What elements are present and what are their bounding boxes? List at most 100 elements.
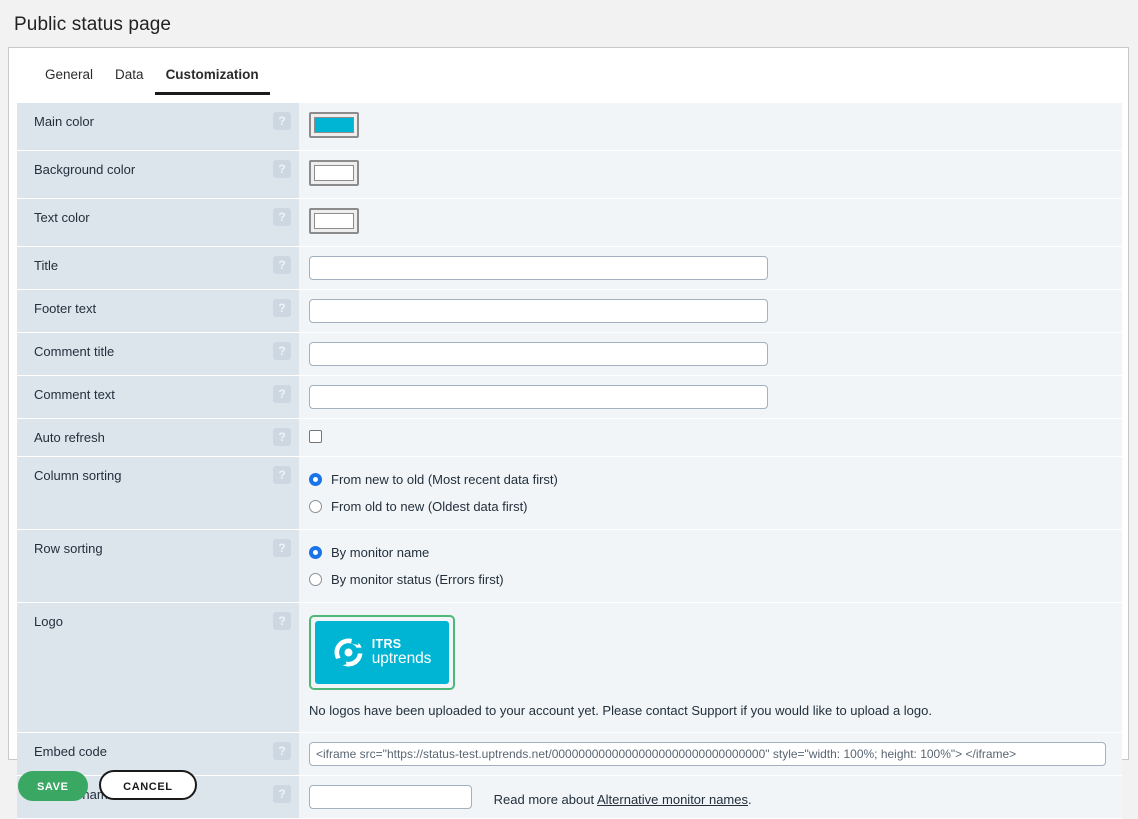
- help-icon[interactable]: ?: [273, 160, 291, 178]
- table-row: Text color ?: [17, 198, 1122, 247]
- row-value-comment-text: [299, 375, 1122, 419]
- row-label-title: Title ?: [17, 246, 299, 290]
- help-icon[interactable]: ?: [273, 342, 291, 360]
- radio-row-sorting-by-name[interactable]: By monitor name: [309, 539, 1122, 566]
- label-text: Title: [34, 258, 59, 273]
- note-prefix: Read more about: [493, 792, 597, 808]
- alternative-monitor-names-link[interactable]: Alternative monitor names: [597, 792, 748, 807]
- footer-text-input[interactable]: [309, 299, 768, 323]
- help-icon[interactable]: ?: [273, 112, 291, 130]
- title-input[interactable]: [309, 256, 768, 280]
- table-row: Logo ? ITRS uptrends No logos have been …: [17, 602, 1122, 733]
- radio-label: By monitor status (Errors first): [331, 572, 504, 587]
- text-color-swatch: [314, 213, 354, 229]
- logo-option-itrs-uptrends[interactable]: ITRS uptrends: [309, 615, 455, 690]
- row-label-text-color: Text color ?: [17, 198, 299, 247]
- help-icon[interactable]: ?: [273, 208, 291, 226]
- background-color-swatch: [314, 165, 354, 181]
- help-icon[interactable]: ?: [273, 539, 291, 557]
- table-row: Background color ?: [17, 150, 1122, 199]
- label-text: Auto refresh: [34, 430, 105, 445]
- row-value-background-color: [299, 150, 1122, 199]
- table-row: Comment title ?: [17, 332, 1122, 376]
- tab-data[interactable]: Data: [104, 67, 155, 95]
- table-row: Row sorting ? By monitor name By monitor…: [17, 529, 1122, 603]
- settings-card: General Data Customization Main color ?: [8, 47, 1129, 819]
- row-label-comment-title: Comment title ?: [17, 332, 299, 376]
- label-text: Text color: [34, 210, 90, 225]
- row-value-logo: ITRS uptrends No logos have been uploade…: [299, 602, 1122, 733]
- row-label-auto-refresh: Auto refresh ?: [17, 418, 299, 457]
- label-text: Row sorting: [34, 541, 103, 556]
- logo-wordmark: ITRS uptrends: [371, 636, 432, 668]
- table-row: Main color ?: [17, 103, 1122, 151]
- label-text: Comment title: [34, 344, 115, 359]
- main-color-swatch: [314, 117, 354, 133]
- radio-column-sorting-new-to-old[interactable]: From new to old (Most recent data first): [309, 466, 1122, 493]
- row-value-column-sorting: From new to old (Most recent data first)…: [299, 456, 1122, 530]
- tab-bar: General Data Customization: [9, 48, 1128, 95]
- row-label-background-color: Background color ?: [17, 150, 299, 199]
- radio-indicator: [309, 573, 322, 586]
- table-row: Footer text ?: [17, 289, 1122, 333]
- table-row: Title ?: [17, 246, 1122, 290]
- row-label-column-sorting: Column sorting ?: [17, 456, 299, 530]
- help-icon[interactable]: ?: [273, 299, 291, 317]
- logo-upload-note: No logos have been uploaded to your acco…: [309, 703, 932, 718]
- row-value-footer-text: [299, 289, 1122, 333]
- tab-customization[interactable]: Customization: [154, 67, 270, 95]
- label-text: Embed code: [34, 744, 107, 759]
- row-label-row-sorting: Row sorting ?: [17, 529, 299, 603]
- customization-form: Main color ? Background color ? Text col…: [9, 95, 1128, 819]
- settings-table: Main color ? Background color ? Text col…: [17, 103, 1122, 819]
- main-color-picker[interactable]: [309, 112, 359, 138]
- label-text: Main color: [34, 114, 94, 129]
- table-row: Comment text ?: [17, 375, 1122, 419]
- radio-column-sorting-old-to-new[interactable]: From old to new (Oldest data first): [309, 493, 1122, 520]
- row-value-custom-name-field: Read more about Alternative monitor name…: [299, 775, 1122, 819]
- radio-indicator: [309, 500, 322, 513]
- logo-tile: ITRS uptrends: [315, 621, 449, 684]
- row-label-main-color: Main color ?: [17, 103, 299, 151]
- row-value-text-color: [299, 198, 1122, 247]
- radio-label: From old to new (Oldest data first): [331, 499, 528, 514]
- background-color-picker[interactable]: [309, 160, 359, 186]
- row-value-row-sorting: By monitor name By monitor status (Error…: [299, 529, 1122, 603]
- radio-indicator: [309, 473, 322, 486]
- help-icon[interactable]: ?: [273, 256, 291, 274]
- page-title: Public status page: [14, 14, 172, 35]
- custom-name-field-input[interactable]: [309, 785, 472, 809]
- label-text: Comment text: [34, 387, 115, 402]
- help-icon[interactable]: ?: [273, 428, 291, 446]
- row-value-title: [299, 246, 1122, 290]
- radio-label: From new to old (Most recent data first): [331, 472, 558, 487]
- logo-brand-itrs: ITRS: [371, 636, 402, 651]
- radio-row-sorting-by-status[interactable]: By monitor status (Errors first): [309, 566, 1122, 593]
- row-label-comment-text: Comment text ?: [17, 375, 299, 419]
- help-icon[interactable]: ?: [273, 742, 291, 760]
- row-label-logo: Logo ?: [17, 602, 299, 733]
- label-text: Logo: [34, 614, 63, 629]
- radio-indicator: [309, 546, 322, 559]
- help-icon[interactable]: ?: [273, 466, 291, 484]
- table-row: Column sorting ? From new to old (Most r…: [17, 456, 1122, 530]
- custom-name-field-note: Read more about Alternative monitor name…: [494, 788, 752, 807]
- save-button[interactable]: SAVE: [18, 771, 88, 801]
- form-actions: SAVE CANCEL: [18, 770, 197, 801]
- help-icon[interactable]: ?: [273, 612, 291, 630]
- label-text: Footer text: [34, 301, 97, 316]
- uptrends-gear-icon: [334, 637, 364, 667]
- comment-title-input[interactable]: [309, 342, 768, 366]
- auto-refresh-checkbox[interactable]: [309, 430, 322, 443]
- row-value-embed-code: [299, 732, 1122, 776]
- row-value-auto-refresh: [299, 418, 1122, 457]
- embed-code-input[interactable]: [309, 742, 1106, 766]
- help-icon[interactable]: ?: [273, 785, 291, 803]
- text-color-picker[interactable]: [309, 208, 359, 234]
- comment-text-input[interactable]: [309, 385, 768, 409]
- label-text: Column sorting: [34, 468, 122, 483]
- tab-general[interactable]: General: [34, 67, 104, 95]
- help-icon[interactable]: ?: [273, 385, 291, 403]
- cancel-button[interactable]: CANCEL: [99, 770, 197, 800]
- row-label-footer-text: Footer text ?: [17, 289, 299, 333]
